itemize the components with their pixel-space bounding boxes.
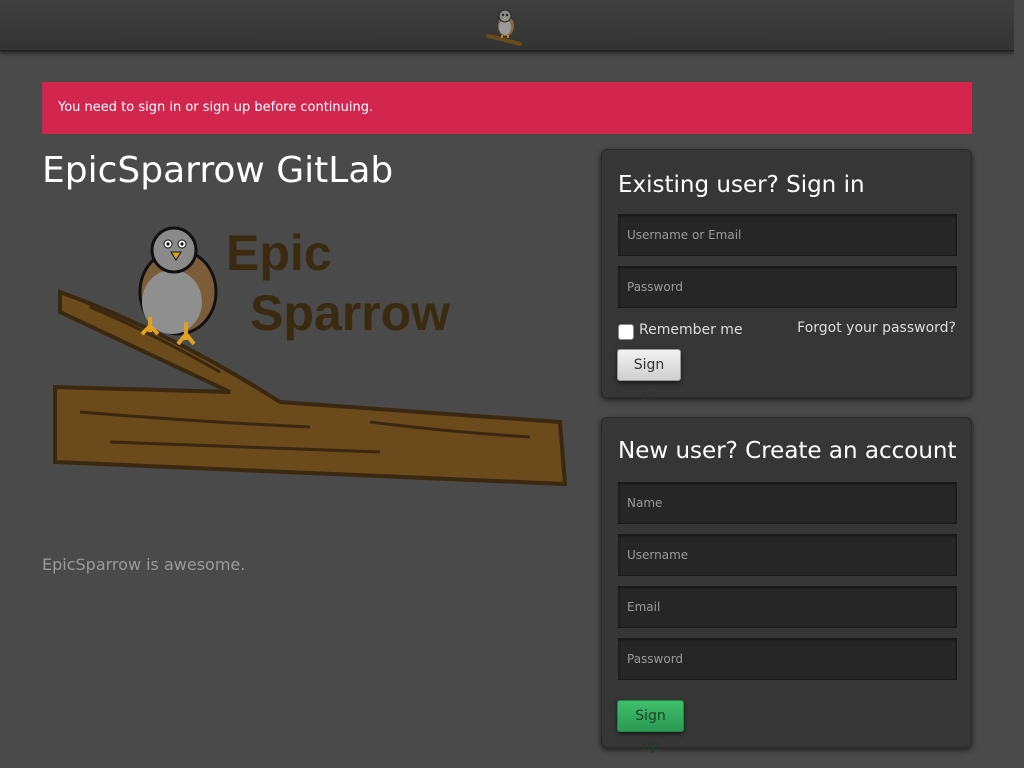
remember-me[interactable]: Remember me [618,320,743,340]
username-input[interactable] [618,534,957,576]
brand-title: EpicSparrow GitLab [42,150,394,191]
signup-heading: New user? Create an account [618,438,957,464]
alert-banner: You need to sign in or sign up before co… [42,82,972,134]
brand-logo-word2: Sparrow [250,285,450,341]
username-or-email-input[interactable] [618,214,957,256]
signup-panel: New user? Create an account Sign up [601,417,972,754]
name-input[interactable] [618,482,957,524]
brand-description: EpicSparrow is awesome. [42,555,246,574]
sparrow-logo-icon[interactable] [486,6,524,46]
signin-panel: Existing user? Sign in Remember me Forgo… [601,149,972,403]
signin-password-input[interactable] [618,266,957,308]
alert-message: You need to sign in or sign up before co… [58,100,374,115]
brand-logo-word1: Epic [226,225,332,281]
signup-password-input[interactable] [618,638,957,680]
remember-me-label[interactable]: Remember me [639,322,743,338]
sign-up-button[interactable]: Sign up [617,700,684,754]
forgot-password-link[interactable]: Forgot your password? [797,320,956,336]
signin-heading: Existing user? Sign in [618,172,865,198]
brand-logo-image: Epic Sparrow [53,225,568,487]
email-input[interactable] [618,586,957,628]
page-scrollbar[interactable] [1014,0,1024,768]
sign-in-button[interactable]: Sign in [617,349,681,403]
top-navbar [0,0,1014,51]
remember-me-checkbox[interactable] [618,324,634,340]
